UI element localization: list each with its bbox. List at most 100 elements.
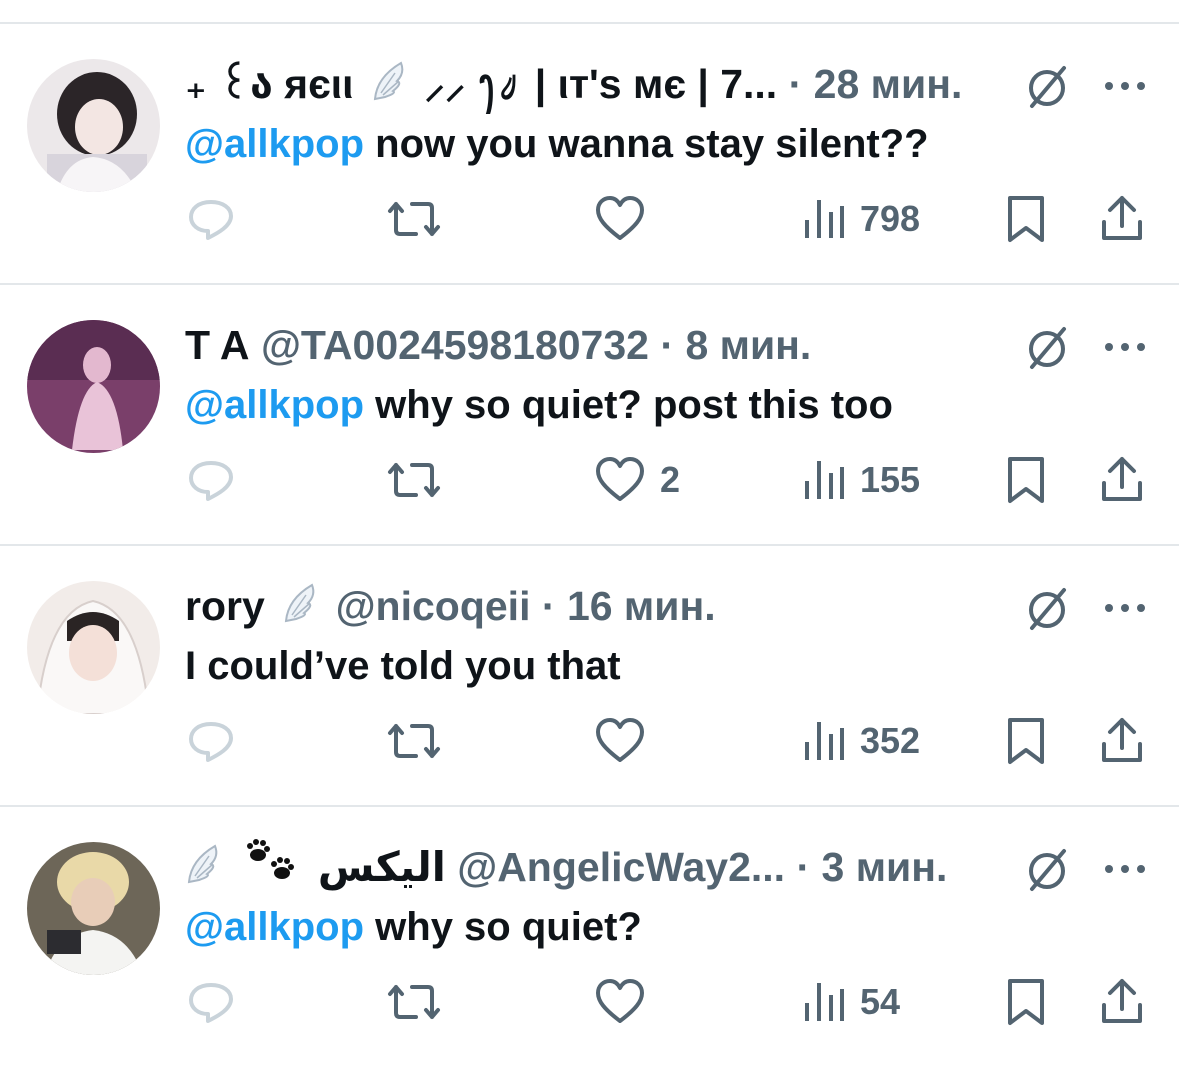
retweet-icon <box>388 985 440 1019</box>
tweet-text-content: why so quiet? post this too <box>364 383 893 427</box>
like-button[interactable] <box>594 184 660 254</box>
tweet[interactable]: rory @nicoqeii · 16 мин. I could’ve told… <box>0 546 1179 806</box>
like-count: 2 <box>660 459 681 500</box>
display-name[interactable]: ₊ ꒰ა яєιι <box>185 61 354 107</box>
timestamp[interactable]: 8 мин. <box>685 322 811 368</box>
views-icon <box>805 200 844 238</box>
tweet-text: @allkpop why so quiet? <box>185 897 642 957</box>
retweet-button[interactable] <box>386 706 442 776</box>
share-button[interactable] <box>1098 967 1146 1037</box>
share-button[interactable] <box>1098 706 1146 776</box>
grok-icon[interactable] <box>1022 62 1072 112</box>
tweet-actions: 798 <box>0 184 1179 254</box>
separator-dot: · <box>788 61 803 107</box>
user-handle[interactable]: @nicoqeii <box>336 583 531 629</box>
reply-icon <box>189 200 233 240</box>
bookmark-icon <box>1008 196 1044 242</box>
tweet-text: @allkpop now you wanna stay silent?? <box>185 114 929 174</box>
views-icon <box>805 461 844 499</box>
avatar[interactable] <box>27 320 160 453</box>
share-button[interactable] <box>1098 445 1146 515</box>
bookmark-icon <box>1008 718 1044 764</box>
tweet[interactable]: اليكس @AngelicWay2... · 3 мин. @allkpop … <box>0 807 1179 1067</box>
separator-dot: · <box>796 844 811 890</box>
views-button[interactable]: 54 <box>802 967 900 1037</box>
angel-wing-icon <box>282 579 318 636</box>
heart-icon <box>596 457 644 501</box>
grok-icon[interactable] <box>1022 584 1072 634</box>
display-name[interactable]: اليكس <box>318 844 446 890</box>
timestamp[interactable]: 28 мин. <box>814 61 963 107</box>
tweet-header: اليكس @AngelicWay2... · 3 мин. <box>185 837 1005 897</box>
tweet-text: I could’ve told you that <box>185 636 621 696</box>
heart-icon <box>596 979 644 1023</box>
share-button[interactable] <box>1098 184 1146 254</box>
bookmark-button[interactable] <box>1004 445 1048 515</box>
reply-button[interactable] <box>186 706 236 776</box>
views-button[interactable]: 798 <box>802 184 920 254</box>
tweet-header: ₊ ꒰ა яєιι ⸝⸝ ꫂ᭣ | ιт'ѕ мє | 7... · 28 ми… <box>185 54 1005 114</box>
more-options-icon[interactable] <box>1100 847 1150 891</box>
like-button[interactable]: 2 <box>594 445 680 515</box>
avatar[interactable] <box>27 842 160 975</box>
avatar[interactable] <box>27 59 160 192</box>
views-button[interactable]: 352 <box>802 706 920 776</box>
timestamp[interactable]: 3 мин. <box>822 844 948 890</box>
like-button[interactable] <box>594 706 660 776</box>
reply-button[interactable] <box>186 184 236 254</box>
mention-link[interactable]: @allkpop <box>185 905 364 949</box>
avatar[interactable] <box>27 581 160 714</box>
bookmark-icon <box>1008 457 1044 503</box>
view-count: 352 <box>860 720 921 761</box>
heart-icon <box>596 196 644 240</box>
tweet-text-content: why so quiet? <box>364 905 642 949</box>
grok-icon[interactable] <box>1022 323 1072 373</box>
display-name[interactable]: T A <box>185 322 250 368</box>
tweet-header: T A @TA0024598180732 · 8 мин. <box>185 315 1005 375</box>
reply-button[interactable] <box>186 967 236 1037</box>
angel-wing-icon <box>371 57 407 114</box>
tweet-text-content: now you wanna stay silent?? <box>364 122 929 166</box>
user-handle[interactable]: @AngelicWay2... <box>457 844 785 890</box>
reply-icon <box>189 983 233 1023</box>
tweet-header: rory @nicoqeii · 16 мин. <box>185 576 1005 636</box>
bookmark-button[interactable] <box>1004 967 1048 1037</box>
bookmark-button[interactable] <box>1004 184 1048 254</box>
mention-link[interactable]: @allkpop <box>185 122 364 166</box>
timestamp[interactable]: 16 мин. <box>567 583 716 629</box>
display-name[interactable]: rory <box>185 583 265 629</box>
views-button[interactable]: 155 <box>802 445 920 515</box>
like-button[interactable] <box>594 967 660 1037</box>
more-options-icon[interactable] <box>1100 325 1150 369</box>
retweet-icon <box>388 202 440 236</box>
retweet-icon <box>388 724 440 758</box>
retweet-button[interactable] <box>386 445 442 515</box>
view-count: 798 <box>860 198 921 239</box>
bookmark-icon <box>1008 979 1044 1025</box>
more-options-icon[interactable] <box>1100 586 1150 630</box>
reply-icon <box>189 722 233 762</box>
views-icon <box>805 983 844 1021</box>
more-options-icon[interactable] <box>1100 64 1150 108</box>
view-count: 155 <box>860 459 921 500</box>
tweet[interactable]: ₊ ꒰ა яєιι ⸝⸝ ꫂ᭣ | ιт'ѕ мє | 7... · 28 ми… <box>0 24 1179 284</box>
tweet[interactable]: T A @TA0024598180732 · 8 мин. @allkpop w… <box>0 285 1179 545</box>
tweet-actions: 352 <box>0 706 1179 776</box>
retweet-button[interactable] <box>386 967 442 1037</box>
bookmark-button[interactable] <box>1004 706 1048 776</box>
share-icon <box>1102 979 1142 1023</box>
mention-link[interactable]: @allkpop <box>185 383 364 427</box>
grok-icon[interactable] <box>1022 845 1072 895</box>
tweet-text-content: I could’ve told you that <box>185 644 621 688</box>
share-icon <box>1102 196 1142 240</box>
retweet-button[interactable] <box>386 184 442 254</box>
share-icon <box>1102 457 1142 501</box>
view-count: 54 <box>860 981 901 1022</box>
angel-wing-icon <box>185 840 221 897</box>
user-handle[interactable]: @TA0024598180732 <box>261 322 649 368</box>
retweet-icon <box>388 463 440 497</box>
separator-dot: · <box>660 322 675 368</box>
display-name-extra: ⸝⸝ ꫂ᭣ | ιт'ѕ мє | 7... <box>424 61 778 107</box>
reply-button[interactable] <box>186 445 236 515</box>
tweet-actions: 54 <box>0 967 1179 1037</box>
